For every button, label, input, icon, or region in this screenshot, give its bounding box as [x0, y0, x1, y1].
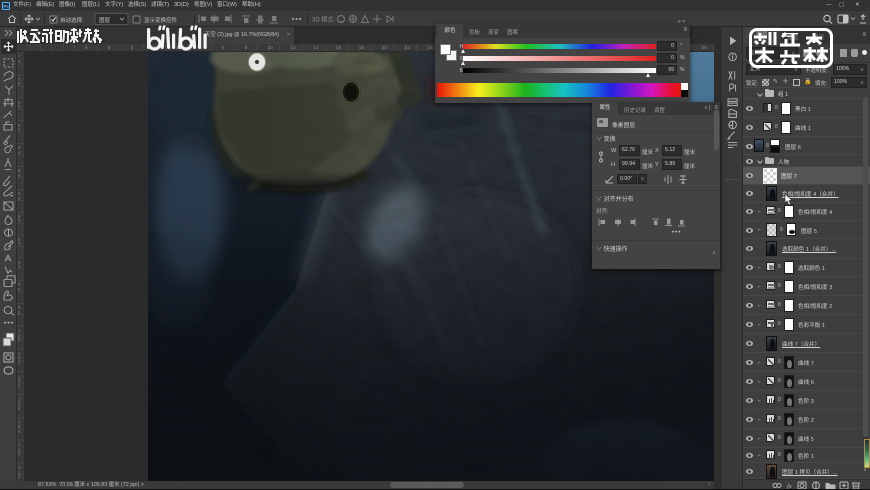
svg-text:3D 模式:: 3D 模式:: [312, 16, 335, 24]
